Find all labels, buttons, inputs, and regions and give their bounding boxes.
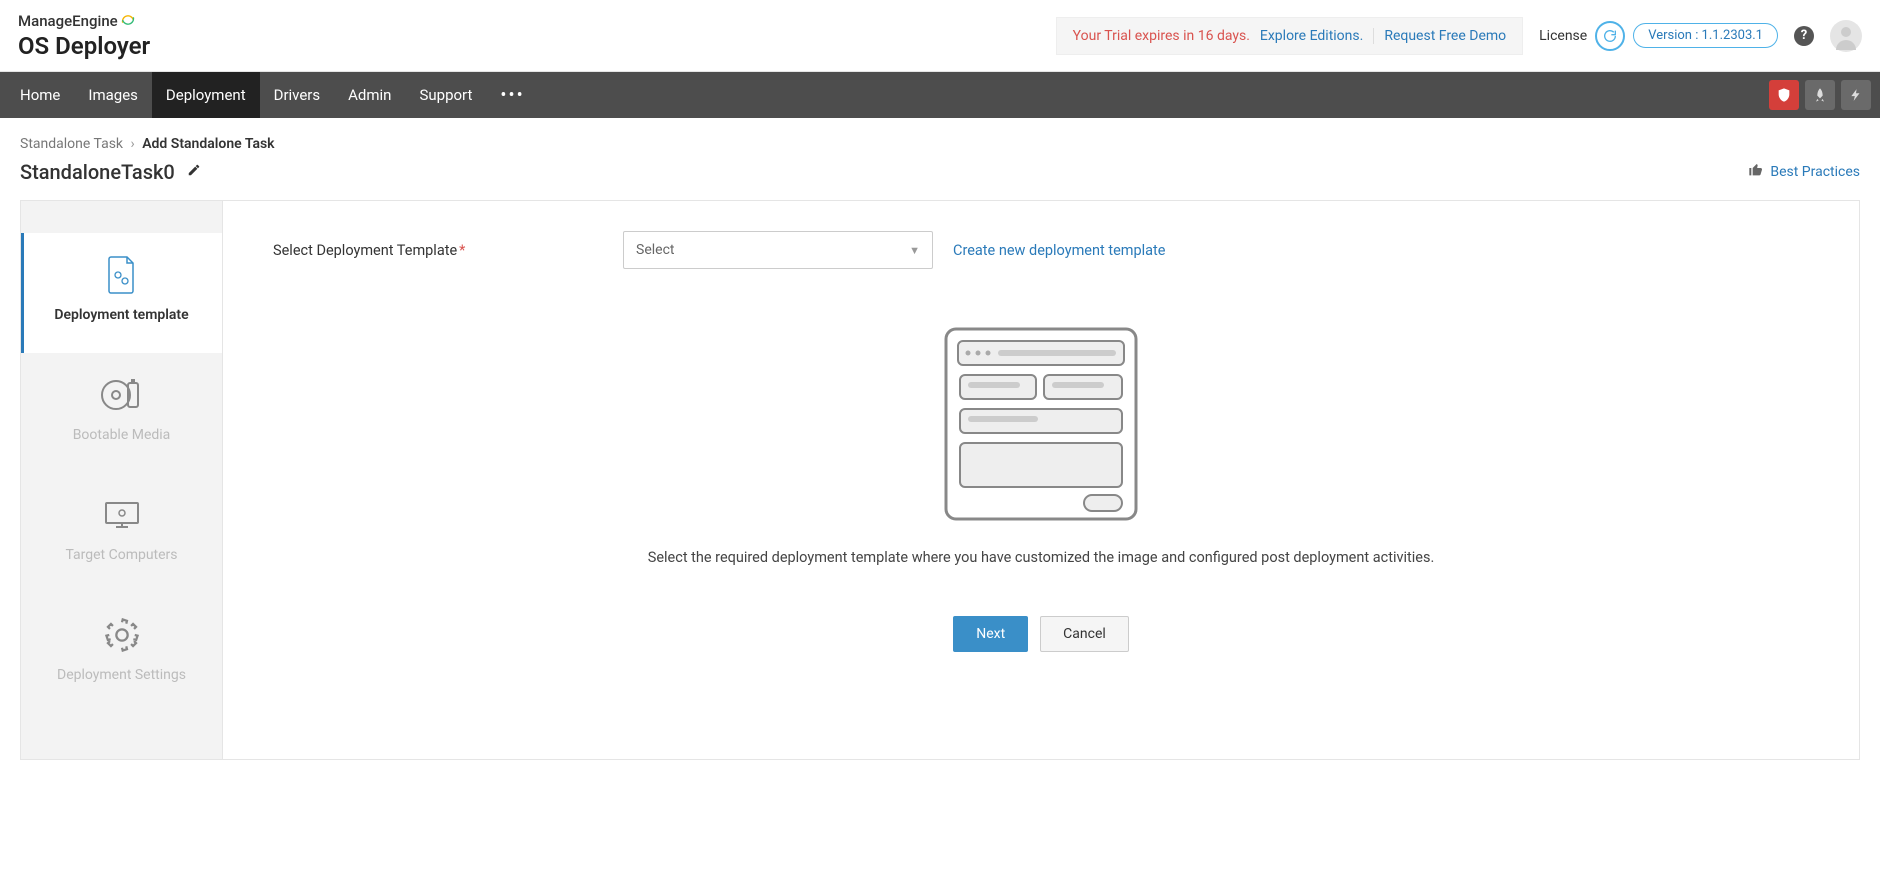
logo[interactable]: ManageEngine OS Deployer (18, 12, 150, 60)
template-select[interactable]: Select ▼ (623, 231, 933, 269)
wizard-container: Deployment template Bootable Media Targe… (20, 200, 1860, 760)
title-row: StandaloneTask0 Best Practices (20, 160, 1860, 184)
trial-notice: Your Trial expires in 16 days. Explore E… (1056, 17, 1523, 55)
create-template-link[interactable]: Create new deployment template (953, 242, 1165, 259)
required-star-icon: * (459, 242, 465, 259)
step-deployment-template[interactable]: Deployment template (21, 233, 222, 353)
action-buttons: Next Cancel (273, 616, 1809, 652)
template-select-label: Select Deployment Template* (273, 242, 603, 259)
template-select-row: Select Deployment Template* Select ▼ Cre… (273, 231, 1809, 269)
step-bootable-media[interactable]: Bootable Media (21, 353, 222, 473)
deployment-settings-icon (105, 617, 139, 653)
logo-brand: ManageEngine (18, 13, 118, 30)
nav-support[interactable]: Support (405, 72, 486, 118)
best-practices-link[interactable]: Best Practices (1748, 162, 1860, 182)
license-link[interactable]: License (1539, 28, 1587, 44)
app-header: ManageEngine OS Deployer Your Trial expi… (0, 0, 1880, 72)
step-label: Deployment Settings (57, 667, 186, 683)
step-target-computers[interactable]: Target Computers (21, 473, 222, 593)
wizard-steps: Deployment template Bootable Media Targe… (21, 201, 223, 759)
breadcrumb: Standalone Task › Add Standalone Task (20, 136, 1860, 152)
step-label: Target Computers (65, 547, 177, 563)
version-badge[interactable]: Version : 1.1.2303.1 (1633, 23, 1778, 48)
nav-images[interactable]: Images (74, 72, 152, 118)
nav-admin[interactable]: Admin (334, 72, 405, 118)
request-demo-link[interactable]: Request Free Demo (1373, 28, 1506, 44)
breadcrumb-parent[interactable]: Standalone Task (20, 136, 123, 152)
page-content: Standalone Task › Add Standalone Task St… (0, 118, 1880, 778)
license-block: License Version : 1.1.2303.1 (1539, 21, 1778, 51)
best-practices-label: Best Practices (1770, 164, 1860, 180)
rocket-icon[interactable] (1805, 80, 1835, 110)
trial-expiry-text: Your Trial expires in 16 days. (1073, 28, 1250, 44)
nav-drivers[interactable]: Drivers (260, 72, 335, 118)
breadcrumb-current: Add Standalone Task (142, 136, 274, 152)
chevron-down-icon: ▼ (909, 244, 920, 257)
nav-deployment[interactable]: Deployment (152, 72, 260, 118)
bolt-icon[interactable] (1841, 80, 1871, 110)
breadcrumb-separator-icon: › (131, 136, 135, 152)
explore-editions-link[interactable]: Explore Editions. (1260, 28, 1363, 44)
bootable-media-icon (100, 377, 144, 413)
cancel-button[interactable]: Cancel (1040, 616, 1129, 652)
wizard-body: Select Deployment Template* Select ▼ Cre… (223, 201, 1859, 759)
next-button[interactable]: Next (953, 616, 1028, 652)
page-title: StandaloneTask0 (20, 160, 175, 184)
thumbs-up-icon (1748, 162, 1764, 182)
step-label: Deployment template (54, 307, 188, 323)
header-right: Your Trial expires in 16 days. Explore E… (1056, 17, 1862, 55)
refresh-icon[interactable] (1595, 21, 1625, 51)
step-deployment-settings[interactable]: Deployment Settings (21, 593, 222, 713)
logo-product: OS Deployer (18, 33, 150, 59)
logo-swirl-icon (120, 12, 136, 32)
target-computers-icon (102, 497, 142, 533)
help-icon[interactable]: ? (1794, 26, 1814, 46)
shield-icon[interactable] (1769, 80, 1799, 110)
edit-title-icon[interactable] (187, 163, 201, 181)
nav-home[interactable]: Home (6, 72, 74, 118)
deployment-template-icon (105, 257, 139, 293)
user-avatar[interactable] (1830, 20, 1862, 52)
template-illustration (273, 319, 1809, 529)
template-description: Select the required deployment template … (273, 549, 1809, 566)
nav-more-icon[interactable]: ••• (486, 85, 538, 106)
step-label: Bootable Media (73, 427, 171, 443)
main-nav: Home Images Deployment Drivers Admin Sup… (0, 72, 1880, 118)
select-placeholder: Select (636, 242, 674, 258)
